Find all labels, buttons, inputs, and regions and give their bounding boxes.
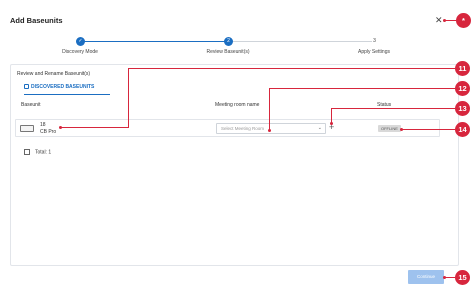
baseunit-icon	[24, 84, 29, 90]
callout-12-line-v	[269, 88, 270, 130]
close-icon[interactable]: ✕	[435, 15, 443, 25]
callout-13-line-v	[331, 108, 332, 123]
callout-13: 13	[455, 101, 470, 116]
callout-11-line-h	[128, 68, 455, 69]
chevron-down-icon: ⌄	[317, 125, 322, 131]
callout-11: 11	[455, 61, 470, 76]
callout-15: 15	[455, 270, 470, 285]
meeting-room-select[interactable]: Select Meeting Room ⌄	[216, 123, 326, 134]
baseunit-id: 18	[40, 122, 46, 128]
callout-11-dot	[59, 126, 62, 129]
step-2-label: Review Baseunit(s)	[206, 49, 250, 55]
callout-13-dot	[330, 122, 333, 125]
callout-12: 12	[455, 81, 470, 96]
review-panel: Review and Rename Baseunit(s) DISCOVERED…	[10, 64, 459, 266]
column-header-baseunit: Baseunit	[21, 102, 41, 108]
status-badge: OFFLINE	[378, 125, 401, 132]
callout-14: 14	[455, 122, 470, 137]
device-icon	[20, 125, 34, 132]
dialog-title: Add Baseunits	[10, 16, 63, 25]
continue-button[interactable]: Continue	[408, 270, 444, 284]
step-3-indicator: 3	[373, 38, 376, 44]
callout-13-line-h	[331, 108, 455, 109]
total-count: Total: 1	[24, 149, 51, 155]
callout-close-dot	[443, 19, 446, 22]
step-3-label: Apply Settings	[358, 49, 390, 55]
panel-title: Review and Rename Baseunit(s)	[17, 71, 91, 77]
tab-discovered-baseunits[interactable]: DISCOVERED BASEUNITS	[24, 84, 110, 95]
baseunit-model: CB Pro	[40, 129, 57, 135]
stepper-line-completed	[84, 41, 226, 42]
total-label: Total: 1	[35, 149, 52, 156]
meeting-room-placeholder: Select Meeting Room	[221, 126, 265, 131]
tab-label: DISCOVERED BASEUNITS	[31, 84, 95, 90]
callout-12-dot	[268, 129, 271, 132]
callout-11-line-h2	[60, 127, 129, 128]
callout-14-line	[401, 129, 455, 130]
callout-15-dot	[443, 276, 446, 279]
callout-close: *	[456, 13, 471, 28]
callout-14-dot	[400, 128, 403, 131]
callout-12-line-h	[269, 88, 455, 89]
column-header-room: Meeting room name	[215, 102, 260, 108]
stepper-line-pending	[233, 41, 372, 42]
cube-icon	[24, 149, 30, 155]
step-1-check-icon: ✓	[76, 37, 85, 46]
step-2-indicator: 2	[224, 37, 233, 46]
add-baseunits-dialog: Add Baseunits ✕ ✓ Discovery Mode 2 Revie…	[0, 0, 475, 297]
table-row: 18 CB Pro Select Meeting Room ⌄ + OFFLIN…	[15, 119, 440, 137]
step-1-label: Discovery Mode	[62, 49, 98, 55]
callout-11-line-v	[128, 68, 129, 128]
